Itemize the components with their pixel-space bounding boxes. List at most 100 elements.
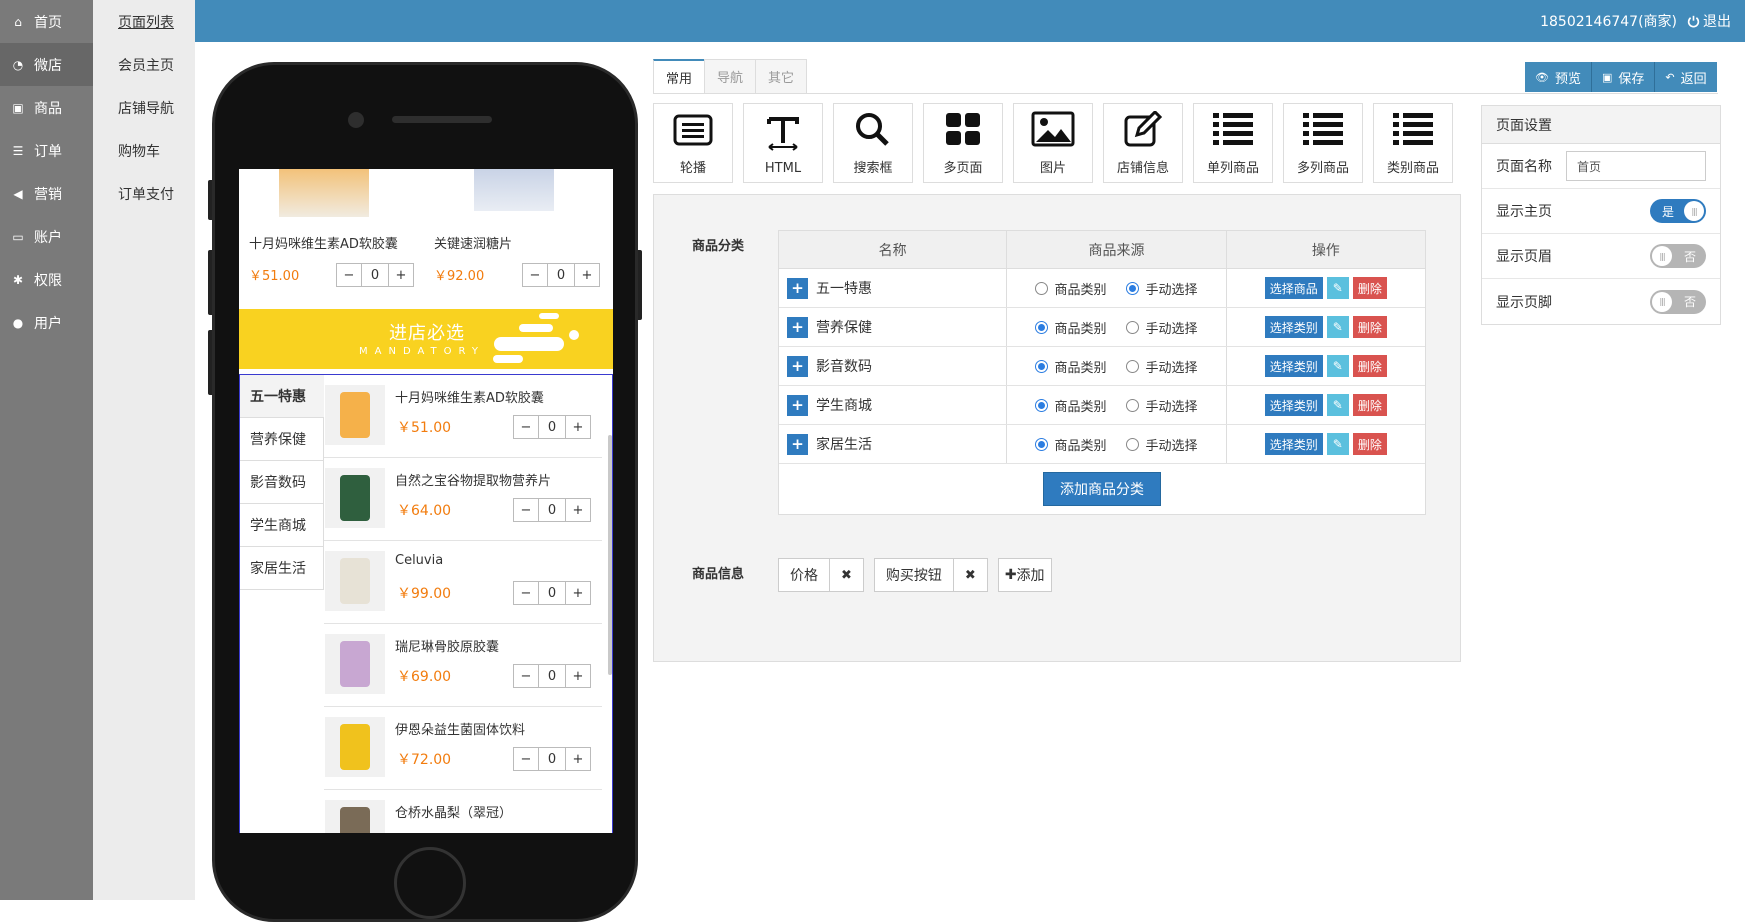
category-tab[interactable]: 影音数码: [240, 461, 324, 504]
sidebar-item-4[interactable]: ◀ 营销: [0, 172, 93, 215]
tab-1[interactable]: 导航: [704, 59, 757, 93]
select-button[interactable]: 选择商品: [1264, 277, 1323, 299]
source-radio[interactable]: 商品类别: [1035, 279, 1106, 298]
goods-item[interactable]: 十月妈咪维生素AD软胶囊 ￥51.00 −0 +: [324, 375, 602, 458]
promo-banner[interactable]: 进店必选 MANDATORY: [239, 309, 613, 369]
widget-3[interactable]: 多页面: [923, 103, 1003, 183]
edit-icon[interactable]: ✎: [1326, 433, 1349, 455]
minus-button[interactable]: −: [514, 665, 538, 687]
scrollbar[interactable]: [608, 435, 612, 675]
category-tab[interactable]: 学生商城: [240, 504, 324, 547]
plus-button[interactable]: +: [566, 499, 590, 521]
goods-item[interactable]: 自然之宝谷物提取物营养片 ￥64.00 −0 +: [324, 458, 602, 541]
edit-icon[interactable]: ✎: [1326, 355, 1349, 377]
delete-button[interactable]: 删除: [1352, 316, 1387, 338]
toggle-switch[interactable]: 是 |||: [1650, 199, 1706, 223]
add-info-button[interactable]: ✚ 添加: [997, 558, 1052, 592]
page-name-input[interactable]: 首页: [1566, 151, 1706, 181]
source-radio[interactable]: 手动选择: [1126, 435, 1197, 454]
widget-8[interactable]: 类别商品: [1373, 103, 1453, 183]
quantity-value[interactable]: 0: [361, 264, 389, 286]
remove-chip-button[interactable]: ✖: [829, 559, 863, 591]
widget-2[interactable]: 搜索框: [833, 103, 913, 183]
add-category-button[interactable]: 添加商品分类: [1043, 472, 1161, 506]
quantity-value[interactable]: 0: [547, 264, 575, 286]
plus-button[interactable]: +: [566, 665, 590, 687]
widget-5[interactable]: 店铺信息: [1103, 103, 1183, 183]
phone-screen[interactable]: 十月妈咪维生素AD软胶囊 关键速润糖片 ￥51.00 ￥92.00 − 0 + …: [239, 169, 613, 833]
delete-button[interactable]: 删除: [1352, 355, 1387, 377]
quantity-value[interactable]: 0: [538, 748, 566, 770]
edit-icon[interactable]: ✎: [1326, 316, 1349, 338]
goods-item[interactable]: Celuvia ￥99.00 −0 +: [324, 541, 602, 624]
sidebar-item-1[interactable]: ◔ 微店: [0, 43, 93, 86]
source-radio[interactable]: 商品类别: [1035, 318, 1106, 337]
logout-button[interactable]: 退出: [1687, 11, 1731, 31]
subnav-item[interactable]: 购物车: [93, 129, 195, 172]
source-radio[interactable]: 手动选择: [1126, 357, 1197, 376]
preview-button[interactable]: 👁 预览: [1525, 62, 1592, 92]
quantity-value[interactable]: 0: [538, 499, 566, 521]
expand-button[interactable]: +: [787, 433, 808, 455]
source-radio[interactable]: 商品类别: [1035, 357, 1106, 376]
goods-item[interactable]: 瑞尼琳骨胶原胶囊 ￥69.00 −0 +: [324, 624, 602, 707]
subnav-item[interactable]: 订单支付: [93, 172, 195, 215]
minus-button[interactable]: −: [337, 264, 361, 286]
subnav-item[interactable]: 店铺导航: [93, 86, 195, 129]
minus-button[interactable]: −: [514, 416, 538, 438]
plus-button[interactable]: +: [575, 264, 599, 286]
sidebar-item-6[interactable]: ✱ 权限: [0, 258, 93, 301]
expand-button[interactable]: +: [787, 355, 808, 377]
edit-icon[interactable]: ✎: [1326, 277, 1349, 299]
sidebar-item-7[interactable]: ● 用户: [0, 301, 93, 344]
sidebar-item-3[interactable]: ☰ 订单: [0, 129, 93, 172]
remove-chip-button[interactable]: ✖: [952, 559, 987, 591]
delete-button[interactable]: 删除: [1352, 433, 1387, 455]
widget-7[interactable]: 多列商品: [1283, 103, 1363, 183]
save-button[interactable]: ▣ 保存: [1591, 62, 1656, 92]
tab-0[interactable]: 常用: [653, 59, 706, 94]
expand-button[interactable]: +: [787, 316, 808, 338]
category-tab[interactable]: 营养保健: [240, 418, 324, 461]
widget-6[interactable]: 单列商品: [1193, 103, 1273, 183]
widget-4[interactable]: 图片: [1013, 103, 1093, 183]
expand-button[interactable]: +: [787, 394, 808, 416]
minus-button[interactable]: −: [523, 264, 547, 286]
source-radio[interactable]: 商品类别: [1035, 396, 1106, 415]
source-radio[interactable]: 手动选择: [1126, 318, 1197, 337]
goods-item[interactable]: 仓桥水晶梨（翠冠）: [324, 790, 602, 833]
plus-button[interactable]: +: [566, 582, 590, 604]
category-tab[interactable]: 家居生活: [240, 547, 324, 590]
sidebar-item-0[interactable]: ⌂ 首页: [0, 0, 93, 43]
minus-button[interactable]: −: [514, 748, 538, 770]
source-radio[interactable]: 商品类别: [1035, 435, 1106, 454]
edit-icon[interactable]: ✎: [1326, 394, 1349, 416]
select-button[interactable]: 选择类别: [1264, 433, 1323, 455]
plus-button[interactable]: +: [566, 416, 590, 438]
delete-button[interactable]: 删除: [1352, 394, 1387, 416]
minus-button[interactable]: −: [514, 499, 538, 521]
goods-item[interactable]: 伊恩朵益生菌固体饮料 ￥72.00 −0 +: [324, 707, 602, 790]
quantity-value[interactable]: 0: [538, 665, 566, 687]
sidebar-item-2[interactable]: ▣ 商品: [0, 86, 93, 129]
select-button[interactable]: 选择类别: [1264, 394, 1323, 416]
delete-button[interactable]: 删除: [1352, 277, 1387, 299]
select-button[interactable]: 选择类别: [1264, 316, 1323, 338]
plus-button[interactable]: +: [389, 264, 413, 286]
back-button[interactable]: ↶ 返回: [1655, 62, 1717, 92]
widget-1[interactable]: HTML: [743, 103, 823, 183]
select-button[interactable]: 选择类别: [1264, 355, 1323, 377]
category-tab[interactable]: 五一特惠: [240, 375, 324, 418]
toggle-switch[interactable]: 否 |||: [1650, 244, 1706, 268]
widget-0[interactable]: 轮播: [653, 103, 733, 183]
user-account[interactable]: 18502146747(商家): [1540, 11, 1677, 31]
subnav-item[interactable]: 页面列表: [93, 0, 195, 43]
toggle-switch[interactable]: 否 |||: [1650, 289, 1706, 314]
quantity-value[interactable]: 0: [538, 416, 566, 438]
source-radio[interactable]: 手动选择: [1126, 396, 1197, 415]
source-radio[interactable]: 手动选择: [1126, 279, 1197, 298]
sidebar-item-5[interactable]: ▭ 账户: [0, 215, 93, 258]
quantity-value[interactable]: 0: [538, 582, 566, 604]
tab-2[interactable]: 其它: [755, 59, 808, 93]
expand-button[interactable]: +: [787, 277, 808, 299]
